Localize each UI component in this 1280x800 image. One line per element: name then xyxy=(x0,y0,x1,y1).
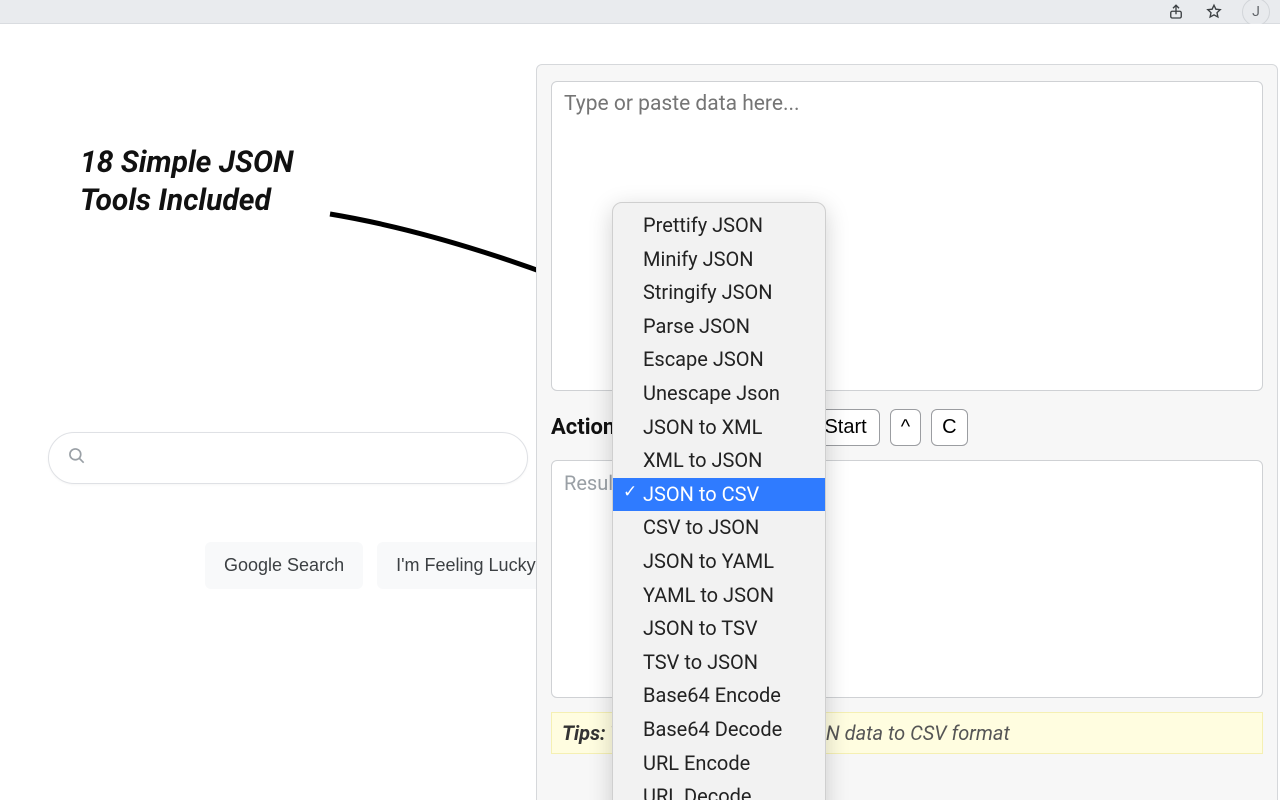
bookmark-star-icon[interactable] xyxy=(1204,2,1224,22)
action-label: Action: xyxy=(551,415,621,440)
dropdown-option[interactable]: TSV to JSON xyxy=(613,646,825,680)
dropdown-option[interactable]: Base64 Decode xyxy=(613,713,825,747)
feeling-lucky-button[interactable]: I'm Feeling Lucky xyxy=(377,542,555,589)
dropdown-option[interactable]: JSON to XML xyxy=(613,411,825,445)
search-input[interactable] xyxy=(101,448,509,469)
dropdown-option[interactable]: JSON to TSV xyxy=(613,612,825,646)
dropdown-option[interactable]: Parse JSON xyxy=(613,310,825,344)
profile-avatar[interactable]: J xyxy=(1242,0,1270,26)
annotation-text: 18 Simple JSON Tools Included xyxy=(80,144,440,219)
action-dropdown-menu[interactable]: Prettify JSONMinify JSONStringify JSONPa… xyxy=(612,202,826,800)
page-body: 18 Simple JSON Tools Included Google Sea… xyxy=(0,24,1280,800)
clear-button[interactable]: C xyxy=(931,409,967,446)
search-box[interactable] xyxy=(48,432,528,484)
dropdown-option[interactable]: Minify JSON xyxy=(613,243,825,277)
share-icon[interactable] xyxy=(1166,2,1186,22)
dropdown-option[interactable]: Unescape Json xyxy=(613,377,825,411)
dropdown-option[interactable]: Escape JSON xyxy=(613,343,825,377)
dropdown-option[interactable]: XML to JSON xyxy=(613,444,825,478)
dropdown-option[interactable]: Base64 Encode xyxy=(613,679,825,713)
dropdown-option[interactable]: URL Decode xyxy=(613,780,825,800)
dropdown-option[interactable]: JSON to YAML xyxy=(613,545,825,579)
tips-label: Tips: xyxy=(562,721,606,745)
search-icon xyxy=(67,446,87,470)
dropdown-option[interactable]: YAML to JSON xyxy=(613,579,825,613)
google-search-button[interactable]: Google Search xyxy=(205,542,363,589)
avatar-letter: J xyxy=(1252,4,1260,20)
dropdown-option[interactable]: JSON to CSV xyxy=(613,478,825,512)
dropdown-option[interactable]: Stringify JSON xyxy=(613,276,825,310)
dropdown-option[interactable]: Prettify JSON xyxy=(613,209,825,243)
browser-toolbar: J xyxy=(0,0,1280,24)
dropdown-option[interactable]: CSV to JSON xyxy=(613,511,825,545)
swap-button[interactable]: ^ xyxy=(890,409,921,446)
dropdown-option[interactable]: URL Encode xyxy=(613,747,825,781)
search-buttons: Google Search I'm Feeling Lucky xyxy=(205,542,555,589)
